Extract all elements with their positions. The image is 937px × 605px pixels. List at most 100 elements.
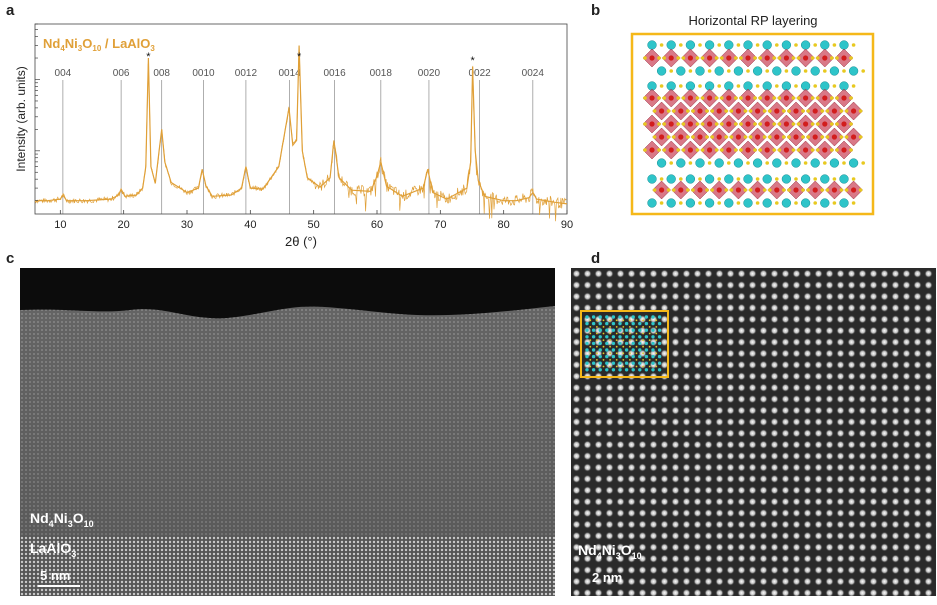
ni-atom [687, 55, 693, 61]
inset-atom [644, 354, 649, 359]
o-atom [755, 84, 760, 88]
inset-atom [611, 361, 616, 365]
nd-atom [676, 158, 686, 168]
inset-o-atom [609, 332, 611, 335]
o-atom [700, 56, 705, 60]
inset-atom [631, 368, 635, 372]
o-atom [813, 43, 817, 47]
o-atom [714, 96, 719, 100]
o-atom [772, 148, 776, 152]
o-atom [676, 96, 680, 100]
o-atom [823, 161, 827, 165]
o-atom [662, 56, 666, 60]
inset-o-atom [615, 352, 618, 355]
o-atom [748, 109, 753, 113]
inset-o-atom [648, 332, 651, 335]
inset-o-atom [629, 339, 631, 341]
nd-atom [666, 174, 676, 184]
o-atom [727, 161, 731, 165]
o-atom [758, 148, 762, 152]
o-atom [710, 109, 714, 113]
inset-atom [644, 368, 649, 372]
o-atom [672, 109, 676, 113]
o-atom [707, 69, 712, 73]
inset-atom [638, 354, 642, 359]
o-atom [748, 135, 753, 139]
o-atom [736, 201, 741, 205]
inset-atom [598, 315, 602, 319]
inset-atom [598, 368, 602, 372]
inset-o-atom [648, 339, 651, 341]
ni-atom [697, 134, 703, 140]
ni-atom [812, 134, 818, 140]
o-atom [729, 188, 734, 192]
ni-atom [812, 187, 818, 193]
inset-o-atom [635, 326, 638, 328]
o-atom [666, 188, 671, 192]
inset-atom [605, 368, 609, 372]
ni-atom [659, 187, 665, 193]
o-atom [755, 177, 760, 181]
nd-atom [743, 174, 753, 184]
o-atom [705, 109, 709, 113]
ni-atom [697, 108, 703, 114]
inset-o-atom [589, 352, 592, 355]
o-atom [758, 122, 762, 126]
o-atom [717, 201, 721, 205]
inset-atom [657, 368, 662, 372]
substrate-peak-marker: * [470, 55, 475, 67]
inset-atom [585, 328, 589, 332]
x-tick-label: 20 [118, 219, 130, 231]
ni-atom [668, 121, 674, 127]
nd-atom [724, 174, 734, 184]
ni-atom [793, 108, 799, 114]
o-atom [813, 84, 817, 88]
inset-o-atom [615, 332, 618, 335]
o-atom [659, 177, 664, 181]
ni-atom [668, 147, 674, 153]
ni-atom [851, 134, 857, 140]
inset-o-atom [629, 359, 631, 361]
ni-atom [678, 187, 684, 193]
substrate-label-c: LaAlO3 [30, 540, 77, 559]
ni-atom [745, 147, 751, 153]
inset-o-atom [622, 339, 625, 341]
ni-atom [726, 147, 732, 153]
inset-atom [605, 335, 609, 339]
inset-atom [611, 321, 616, 326]
o-atom [775, 201, 779, 205]
inset-o-atom [602, 365, 605, 368]
inset-atom [605, 321, 609, 326]
nd-atom [791, 158, 801, 168]
inset-atom [591, 354, 596, 359]
o-atom [810, 96, 815, 100]
o-atom [777, 56, 782, 60]
inset-o-atom [609, 326, 611, 328]
inset-atom [651, 361, 655, 365]
inset-atom [631, 315, 635, 319]
ni-atom [649, 147, 655, 153]
o-atom [791, 56, 796, 60]
inset-o-atom [642, 365, 644, 368]
nd-atom [743, 40, 753, 50]
ni-atom [831, 134, 837, 140]
nd-atom [695, 66, 705, 76]
inset-o-atom [648, 326, 651, 328]
inset-o-atom [648, 319, 651, 322]
inset-o-atom [655, 339, 658, 341]
ni-atom [822, 121, 828, 127]
inset-o-atom [596, 319, 598, 322]
nd-atom [762, 174, 772, 184]
inset-atom [618, 348, 622, 352]
ni-atom [707, 55, 713, 61]
o-atom [791, 122, 796, 126]
o-atom [753, 56, 757, 60]
ni-atom [783, 121, 789, 127]
inset-o-atom [615, 359, 618, 361]
ni-atom [764, 55, 770, 61]
inset-o-atom [609, 339, 611, 341]
o-atom [652, 188, 657, 192]
o-atom [806, 188, 810, 192]
o-atom [796, 96, 801, 100]
inset-o-atom [648, 365, 651, 368]
